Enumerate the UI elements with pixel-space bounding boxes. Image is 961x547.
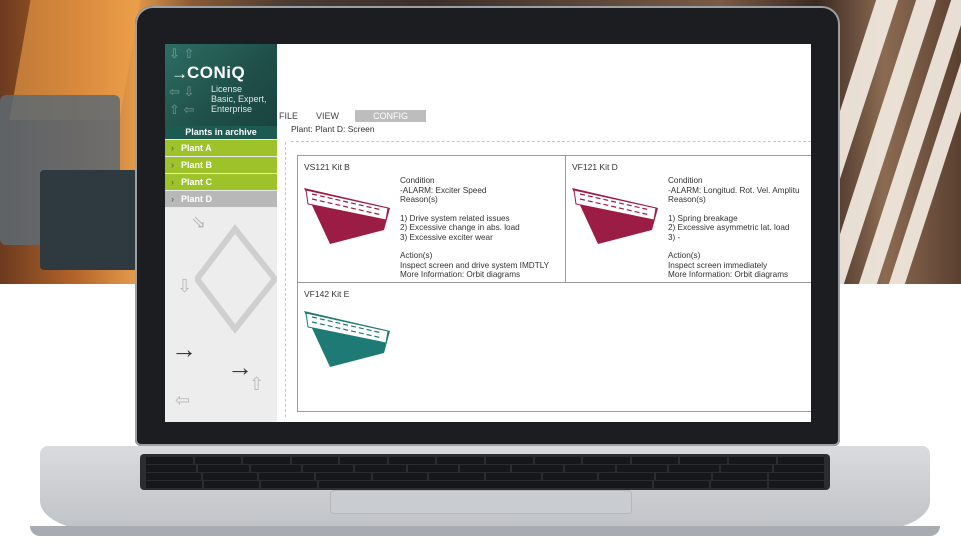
arrow-down-icon: ⇩ [177, 276, 193, 296]
screen-card-empty [565, 282, 811, 412]
screen-card-vf121[interactable]: VF121 Kit D Condition -ALARM: Longitud. … [565, 155, 811, 283]
menu-file[interactable]: FILE [277, 110, 314, 122]
arrow-right-icon: → [227, 352, 253, 382]
sidebar-item-plant-c[interactable]: › Plant C [165, 174, 277, 191]
arrow-right-icon: → [171, 334, 197, 364]
screen-card-vf142[interactable]: VF142 Kit E [297, 282, 567, 412]
divider [285, 142, 286, 417]
sidebar-item-plant-b[interactable]: › Plant B [165, 157, 277, 174]
sidebar-item-plant-a[interactable]: › Plant A [165, 140, 277, 157]
brand-name: CONiQ [187, 63, 246, 82]
card-details: Condition -ALARM: Exciter Speed Reason(s… [400, 176, 550, 279]
screen-icon [304, 188, 390, 244]
sidebar: ⇩ ⇧ ⇦ ⇩ ⇧ ⇦ → CONiQ License Basic, Exper… [165, 44, 277, 422]
divider [291, 141, 811, 142]
plant-list: › Plant A › Plant B › Plant C › Plant D [165, 140, 277, 208]
screen-icon [572, 188, 658, 244]
screen-card-vs121[interactable]: VS121 Kit B Condition -ALARM: Exciter Sp… [297, 155, 567, 283]
laptop-base-lip [30, 526, 940, 536]
chevron-right-icon: › [171, 194, 174, 204]
laptop-trackpad [330, 490, 632, 514]
menu-view[interactable]: VIEW [314, 110, 355, 122]
breadcrumb: Plant: Plant D: Screen [291, 124, 375, 134]
app-screen: ⇩ ⇧ ⇦ ⇩ ⇧ ⇦ → CONiQ License Basic, Exper… [165, 44, 811, 422]
plants-archive-header: Plants in archive [165, 126, 277, 139]
card-title: VF121 Kit D [572, 162, 618, 172]
chevron-right-icon: › [171, 143, 174, 153]
diamond-decoration [195, 224, 277, 334]
laptop-keyboard [140, 454, 830, 490]
sidebar-item-plant-d[interactable]: › Plant D [165, 191, 277, 208]
chevron-right-icon: › [171, 160, 174, 170]
arrow-left-icon: ⇦ [175, 390, 191, 410]
arrow-right-icon: → [171, 64, 188, 83]
card-details: Condition -ALARM: Longitud. Rot. Vel. Am… [668, 176, 800, 279]
menu-bar: FILE VIEW CONFIG [277, 110, 427, 122]
license-text: License Basic, Expert, Enterprise [211, 84, 267, 114]
card-title: VF142 Kit E [304, 289, 350, 299]
brand-logo: ⇩ ⇧ ⇦ ⇩ ⇧ ⇦ → CONiQ License Basic, Exper… [165, 44, 277, 126]
chevron-right-icon: › [171, 177, 174, 187]
menu-config[interactable]: CONFIG [355, 110, 427, 122]
card-title: VS121 Kit B [304, 162, 350, 172]
screen-icon [304, 311, 390, 367]
